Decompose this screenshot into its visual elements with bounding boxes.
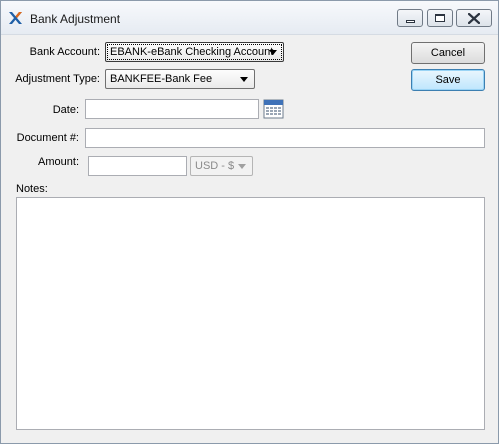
- cancel-button[interactable]: Cancel: [411, 42, 485, 64]
- amount-field[interactable]: [88, 156, 187, 176]
- notes-textarea[interactable]: [16, 197, 485, 430]
- title-bar[interactable]: Bank Adjustment: [1, 1, 498, 35]
- chevron-down-icon: [238, 164, 246, 169]
- close-button[interactable]: [456, 9, 492, 27]
- xtuple-x-icon: [9, 12, 22, 24]
- currency-select: USD - $: [190, 156, 253, 176]
- bank-account-value: EBANK-eBank Checking Account: [110, 46, 274, 58]
- notes-label: Notes:: [16, 183, 48, 195]
- close-icon: [457, 10, 491, 26]
- chevron-down-icon: [269, 50, 277, 55]
- maximize-button[interactable]: [427, 9, 453, 27]
- bank-account-select[interactable]: EBANK-eBank Checking Account: [105, 42, 284, 62]
- minimize-button[interactable]: [397, 9, 423, 27]
- currency-value: USD - $: [195, 160, 235, 172]
- date-field[interactable]: [85, 99, 259, 119]
- adjustment-type-value: BANKFEE-Bank Fee: [110, 73, 213, 85]
- document-number-label: Document #:: [16, 132, 79, 144]
- bank-account-label: Bank Account:: [29, 46, 100, 58]
- maximize-icon: [428, 10, 452, 26]
- window-title: Bank Adjustment: [30, 12, 121, 26]
- adjustment-type-select[interactable]: BANKFEE-Bank Fee: [105, 69, 255, 89]
- bank-adjustment-window: Bank Adjustment Bank Account: EBANK-eBan…: [0, 0, 499, 444]
- document-number-field[interactable]: [85, 128, 485, 148]
- calendar-icon[interactable]: [263, 99, 284, 119]
- minimize-icon: [398, 10, 422, 26]
- chevron-down-icon: [240, 77, 248, 82]
- adjustment-type-label: Adjustment Type:: [15, 73, 100, 85]
- date-label: Date:: [52, 104, 79, 116]
- save-button[interactable]: Save: [411, 69, 485, 91]
- amount-label: Amount:: [38, 156, 79, 168]
